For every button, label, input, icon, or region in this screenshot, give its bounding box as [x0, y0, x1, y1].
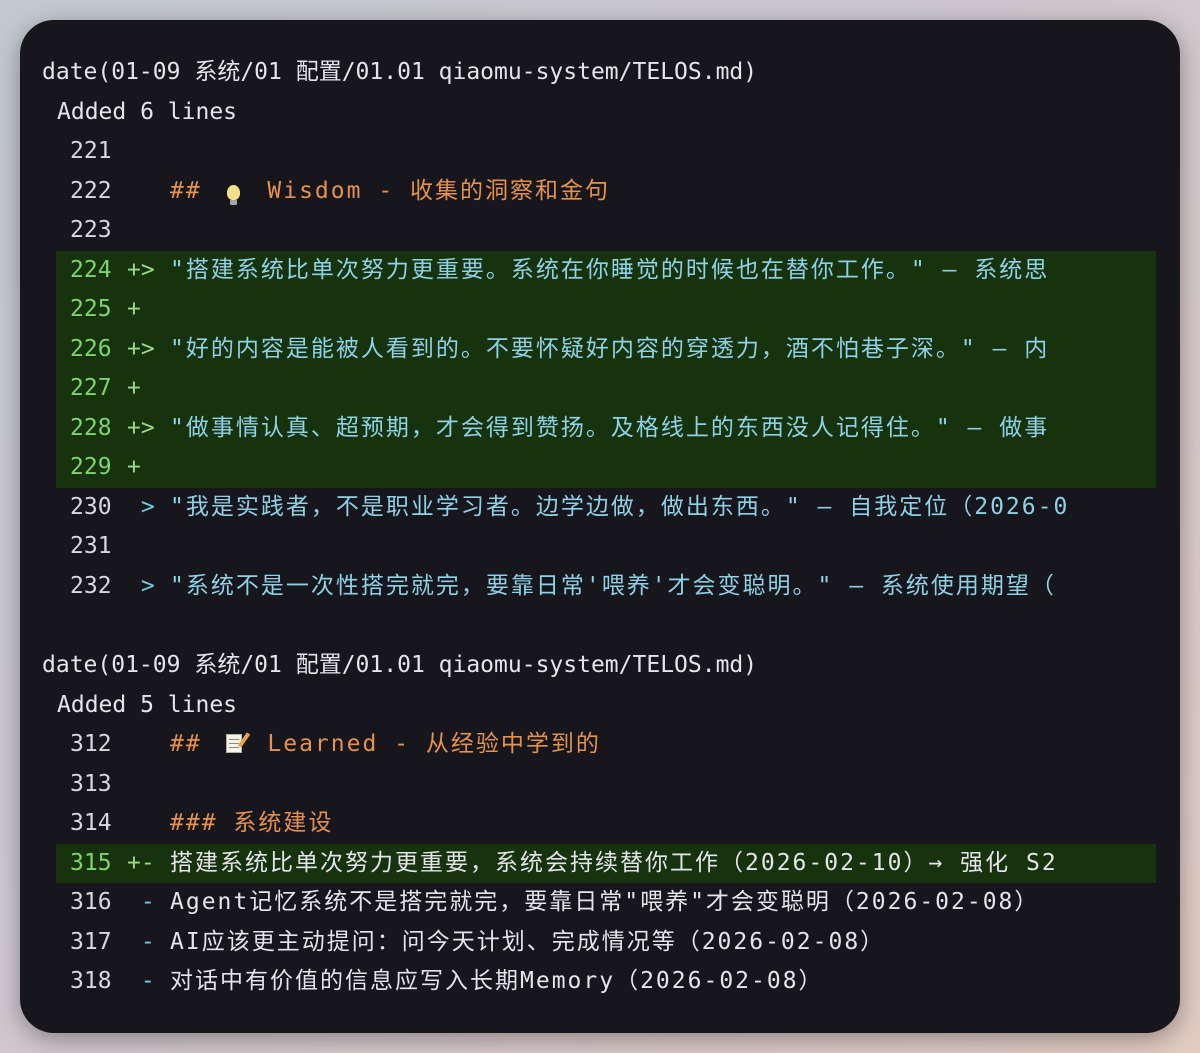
line-text: "搭建系统比单次努力更重要。系统在你睡觉的时候也在替你工作。" — 系统思: [170, 256, 1050, 283]
diff-marker: +: [127, 454, 141, 480]
line-content: 对话中有价值的信息应写入长期Memory（2026-02-08）: [170, 962, 1156, 1002]
diff-line-context: 230 > "我是实践者，不是职业学习者。边学边做，做出东西。" — 自我定位（2…: [20, 488, 1180, 528]
line-number: 227: [70, 375, 112, 401]
line-number: 228: [70, 414, 112, 441]
line-number: 226: [70, 335, 112, 362]
line-text: "好的内容是能被人看到的。不要怀疑好内容的穿透力，酒不怕巷子深。" — 内: [170, 335, 1050, 362]
line-content: ### 系统建设: [170, 804, 1156, 844]
line-number: 222: [70, 177, 112, 204]
diff-lines: 312 ## Learned - 从经验中学到的 313 314 ### 系统建设 315…: [20, 725, 1180, 1002]
diff-block-1: date(01-09 系统/01 配置/01.01 qiaomu-system/…: [20, 52, 1180, 606]
diff-marker: +: [127, 375, 141, 401]
line-content: "搭建系统比单次努力更重要。系统在你睡觉的时候也在替你工作。" — 系统思: [170, 251, 1156, 291]
line-text: Wisdom - 收集的洞察和金句: [251, 177, 611, 204]
diff-marker: >: [127, 572, 155, 599]
line-text: 对话中有价值的信息应写入长期Memory（2026-02-08）: [170, 968, 824, 994]
line-number: 224: [70, 256, 112, 283]
line-number: 313: [70, 770, 112, 797]
diff-line-added: 224 +> "搭建系统比单次努力更重要。系统在你睡觉的时候也在替你工作。" — 系…: [20, 250, 1180, 291]
diff-marker: +>: [127, 414, 155, 441]
diff-line-added: 228 +> "做事情认真、超预期，才会得到赞扬。及格线上的东西没人记得住。" — …: [20, 408, 1180, 449]
line-content: "好的内容是能被人看到的。不要怀疑好内容的穿透力，酒不怕巷子深。" — 内: [170, 330, 1156, 370]
line-number: 315: [70, 849, 112, 876]
diff-summary: Added 5 lines: [57, 692, 238, 718]
diff-line-context: 313: [20, 765, 1180, 805]
line-content: ## Learned - 从经验中学到的: [170, 725, 1156, 765]
line-number: 231: [70, 533, 112, 559]
line-number: 229: [70, 454, 112, 480]
line-number: 223: [70, 217, 112, 243]
line-text: AI应该更主动提问：问今天计划、完成情况等（2026-02-08）: [170, 928, 886, 955]
diff-line-context: 231: [20, 527, 1180, 567]
line-content: "我是实践者，不是职业学习者。边学边做，做出东西。" — 自我定位（2026-0: [170, 488, 1156, 528]
line-content: Agent记忆系统不是搭完就完，要靠日常"喂养"才会变聪明（2026-02-08…: [170, 883, 1156, 923]
tool-call-command[interactable]: date(01-09 系统/01 配置/01.01 qiaomu-system/…: [20, 52, 1180, 92]
diff-line-context: 314 ### 系统建设: [20, 804, 1180, 844]
terminal-window: date(01-09 系统/01 配置/01.01 qiaomu-system/…: [20, 20, 1180, 1033]
line-number: 232: [70, 572, 112, 599]
diff-line-context: 312 ## Learned - 从经验中学到的: [20, 725, 1180, 765]
memo-icon: [224, 725, 244, 765]
diff-block-2: date(01-09 系统/01 配置/01.01 qiaomu-system/…: [20, 645, 1180, 1002]
diff-line-context: 317 - AI应该更主动提问：问今天计划、完成情况等（2026-02-08）: [20, 923, 1180, 963]
line-text: Learned - 从经验中学到的: [251, 731, 601, 757]
diff-line-added: 315 +- 搭建系统比单次努力更重要，系统会持续替你工作（2026-02-10）→…: [20, 843, 1180, 884]
diff-line-context: 223: [20, 211, 1180, 251]
diff-marker: -: [127, 889, 155, 915]
diff-line-context: 222 ## Wisdom - 收集的洞察和金句: [20, 172, 1180, 212]
line-number: 221: [70, 138, 112, 164]
heading-prefix: ##: [170, 177, 218, 204]
line-text: "系统不是一次性搭完就完，要靠日常'喂养'才会变聪明。" — 系统使用期望（: [170, 572, 1056, 599]
diff-marker: -: [127, 968, 155, 994]
line-text: "做事情认真、超预期，才会得到赞扬。及格线上的东西没人记得住。" — 做事: [170, 414, 1050, 441]
line-content: "系统不是一次性搭完就完，要靠日常'喂养'才会变聪明。" — 系统使用期望（: [170, 567, 1156, 607]
diff-line-context: 316 - Agent记忆系统不是搭完就完，要靠日常"喂养"才会变聪明（2026-…: [20, 883, 1180, 923]
diff-lines: 221 222 ## Wisdom - 收集的洞察和金句 223 224 +> "搭建系统比…: [20, 132, 1180, 606]
line-number: 230: [70, 493, 112, 520]
diff-marker: >: [127, 493, 155, 520]
diff-marker: -: [127, 928, 155, 955]
line-text: Agent记忆系统不是搭完就完，要靠日常"喂养"才会变聪明（2026-02-08…: [170, 889, 1040, 915]
diff-line-added: 227 +: [20, 369, 1180, 409]
line-number: 316: [70, 889, 112, 915]
line-number: 314: [70, 810, 112, 836]
line-content: AI应该更主动提问：问今天计划、完成情况等（2026-02-08）: [170, 923, 1156, 963]
diff-line-context: 221: [20, 132, 1180, 172]
lightbulb-icon: [224, 172, 244, 212]
line-content: 搭建系统比单次努力更重要，系统会持续替你工作（2026-02-10）→ 强化 S…: [170, 844, 1156, 884]
line-text: ### 系统建设: [170, 810, 334, 836]
diff-marker: +-: [127, 849, 155, 876]
diff-marker: +: [127, 296, 141, 322]
line-number: 317: [70, 928, 112, 955]
line-text: 搭建系统比单次努力更重要，系统会持续替你工作（2026-02-10）→ 强化 S…: [170, 849, 1058, 876]
diff-line-added: 229 +: [20, 448, 1180, 488]
diff-line-added: 226 +> "好的内容是能被人看到的。不要怀疑好内容的穿透力，酒不怕巷子深。" —…: [20, 329, 1180, 370]
line-content: ## Wisdom - 收集的洞察和金句: [170, 172, 1156, 212]
diff-summary: Added 6 lines: [57, 99, 238, 125]
diff-line-context: 232 > "系统不是一次性搭完就完，要靠日常'喂养'才会变聪明。" — 系统使用…: [20, 567, 1180, 607]
diff-marker: +>: [127, 256, 155, 283]
heading-prefix: ##: [170, 731, 218, 757]
diff-line-context: 318 - 对话中有价值的信息应写入长期Memory（2026-02-08）: [20, 962, 1180, 1002]
line-number: 318: [70, 968, 112, 994]
line-content: "做事情认真、超预期，才会得到赞扬。及格线上的东西没人记得住。" — 做事: [170, 409, 1156, 449]
diff-line-added: 225 +: [20, 290, 1180, 330]
tool-call-command[interactable]: date(01-09 系统/01 配置/01.01 qiaomu-system/…: [20, 645, 1180, 685]
line-number: 312: [70, 731, 112, 757]
line-number: 225: [70, 296, 112, 322]
line-text: "我是实践者，不是职业学习者。边学边做，做出东西。" — 自我定位（2026-0: [170, 493, 1070, 520]
diff-marker: +>: [127, 335, 155, 362]
